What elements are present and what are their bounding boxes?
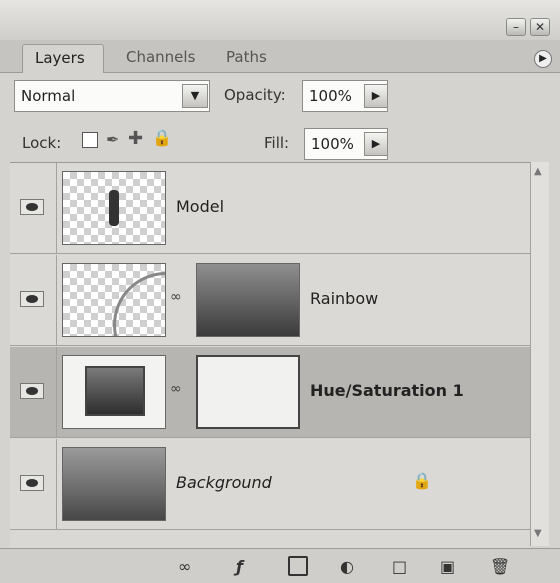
layer-name[interactable]: Hue/Saturation 1 — [310, 381, 464, 400]
layer-row[interactable]: Background 🔒 — [10, 439, 530, 530]
visibility-cell[interactable] — [10, 255, 57, 345]
layer-mask-thumbnail[interactable] — [196, 355, 300, 429]
layer-row[interactable]: ∞ Rainbow — [10, 255, 530, 346]
layers-panel: – ✕ Layers Channels Paths ▶ Normal ▼ Opa… — [0, 0, 560, 583]
opacity-label: Opacity: — [224, 86, 286, 104]
layer-name[interactable]: Background — [176, 473, 272, 492]
close-icon[interactable]: ✕ — [530, 18, 550, 36]
eye-icon[interactable] — [20, 383, 44, 399]
tab-channels-label: Channels — [126, 48, 196, 66]
rainbow-arc — [113, 272, 165, 336]
visibility-cell[interactable] — [10, 163, 57, 253]
adjustment-thumbnail[interactable] — [62, 355, 166, 429]
eye-icon[interactable] — [20, 291, 44, 307]
blend-mode-select[interactable]: Normal — [14, 80, 210, 112]
layer-thumbnail[interactable] — [62, 263, 166, 337]
layer-row[interactable]: Model — [10, 163, 530, 254]
visibility-cell[interactable] — [10, 439, 57, 529]
panel-menu-icon[interactable]: ▶ — [534, 50, 552, 68]
tab-layers[interactable]: Layers — [22, 44, 104, 73]
trash-icon[interactable]: 🗑 — [490, 557, 510, 576]
layer-thumbnail[interactable] — [62, 171, 166, 245]
fill-value: 100% — [311, 135, 354, 153]
eye-icon[interactable] — [20, 199, 44, 215]
layer-row-selected[interactable]: ∞ Hue/Saturation 1 — [10, 347, 530, 438]
adjustment-icon — [85, 366, 145, 416]
adjustment-icon[interactable]: ◐ — [340, 557, 354, 576]
new-layer-icon[interactable]: ▣ — [440, 557, 455, 576]
opacity-arrow-icon[interactable]: ▶ — [364, 84, 388, 108]
blend-mode-value: Normal — [21, 87, 76, 105]
mask-icon[interactable] — [288, 556, 308, 576]
move-icon[interactable]: ✚ — [128, 128, 143, 149]
model-figure — [109, 190, 119, 226]
tab-layers-label: Layers — [35, 49, 85, 67]
scroll-up-icon[interactable]: ▲ — [534, 166, 542, 177]
lock-icon[interactable]: 🔒 — [152, 128, 172, 147]
visibility-cell[interactable] — [10, 347, 57, 437]
chevron-down-icon[interactable]: ▼ — [182, 84, 208, 108]
tab-paths-label: Paths — [226, 48, 267, 66]
scroll-down-icon[interactable]: ▼ — [534, 528, 542, 539]
layer-mask-thumbnail[interactable] — [196, 263, 300, 337]
minimize-icon[interactable]: – — [506, 18, 526, 36]
layer-name[interactable]: Rainbow — [310, 289, 378, 308]
folder-icon[interactable]: □ — [392, 557, 407, 576]
link-layers-icon[interactable]: ∞ — [178, 557, 191, 576]
chain-icon[interactable]: ∞ — [170, 289, 182, 305]
fx-icon[interactable]: ƒ — [236, 557, 243, 576]
lock-transparent-icon[interactable] — [82, 132, 98, 148]
fill-label: Fill: — [264, 134, 290, 152]
layers-list: Model ∞ Rainbow ∞ Hue/Saturation 1 Backg… — [10, 162, 530, 559]
tab-channels[interactable]: Channels — [120, 44, 210, 71]
layer-thumbnail[interactable] — [62, 447, 166, 521]
layers-toolbar: ∞ ƒ ◐ □ ▣ 🗑 — [0, 548, 560, 583]
brush-icon[interactable]: ✒ — [106, 130, 119, 149]
tab-bar: Layers Channels Paths — [0, 40, 560, 73]
lock-icon: 🔒 — [412, 471, 432, 490]
opacity-value: 100% — [309, 87, 352, 105]
chain-icon[interactable]: ∞ — [170, 381, 182, 397]
scrollbar[interactable]: ▲ ▼ — [530, 162, 549, 546]
layer-name[interactable]: Model — [176, 197, 224, 216]
tab-paths[interactable]: Paths — [212, 44, 282, 71]
fill-arrow-icon[interactable]: ▶ — [364, 132, 388, 156]
title-bar: – ✕ — [0, 0, 560, 40]
eye-icon[interactable] — [20, 475, 44, 491]
lock-label: Lock: — [22, 134, 62, 152]
